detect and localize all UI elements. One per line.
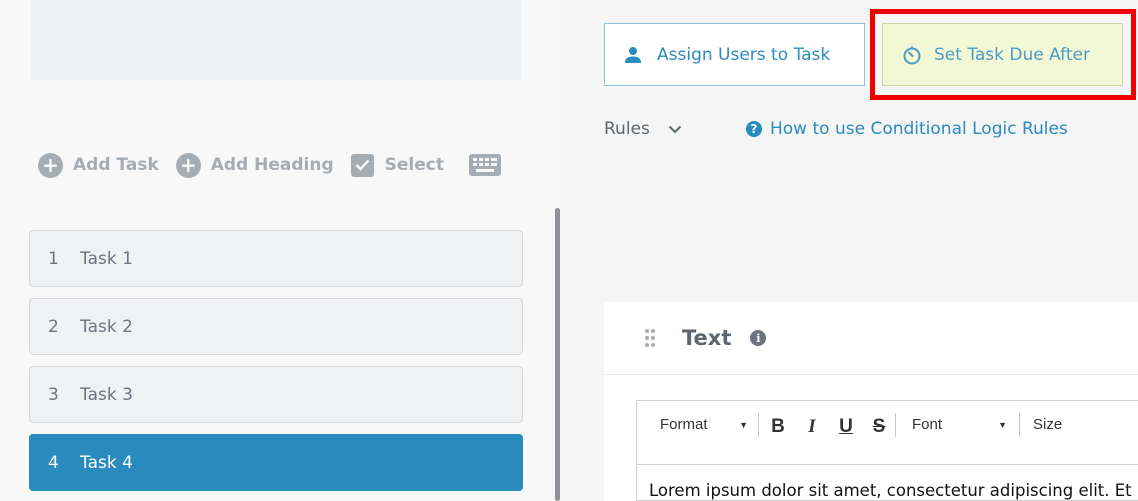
select-label: Select [384, 155, 444, 175]
info-icon[interactable]: i [750, 330, 767, 346]
add-heading-label: Add Heading [210, 155, 334, 175]
dropdown-arrow-icon: ▼ [998, 419, 1007, 430]
add-task-button[interactable]: + Add Task [38, 152, 159, 178]
dropdown-arrow-icon: ▼ [739, 419, 748, 430]
chevron-down-icon [668, 125, 682, 133]
keyboard-icon [468, 154, 501, 176]
editor-toolbar: Format ▼ B I U S Font ▼ Size [637, 401, 1138, 465]
task-title: Task 4 [80, 452, 133, 473]
card-title: Text [682, 326, 732, 350]
bold-icon: B [771, 416, 785, 437]
underline-icon: U [839, 416, 853, 437]
rules-row: Rules [604, 116, 682, 142]
format-dropdown[interactable]: Format ▼ [637, 416, 758, 433]
scrollbar[interactable] [555, 208, 560, 501]
task-number: 4 [48, 452, 59, 473]
add-heading-button[interactable]: + Add Heading [175, 152, 334, 178]
font-label: Font [912, 416, 943, 433]
plus-icon: + [175, 152, 201, 178]
card-header: Text i [604, 302, 1138, 375]
italic-button[interactable]: I [795, 416, 829, 438]
task-item-active[interactable]: 4 Task 4 [29, 434, 523, 491]
add-task-label: Add Task [73, 155, 159, 175]
task-number: 1 [48, 248, 59, 269]
font-dropdown[interactable]: Font ▼ [896, 416, 1019, 433]
checkbox-icon [350, 153, 374, 177]
help-link-label: How to use Conditional Logic Rules [770, 119, 1068, 139]
assign-users-label: Assign Users to Task [657, 44, 831, 65]
strikethrough-icon: S [872, 416, 886, 437]
keyboard-shortcuts-button[interactable] [468, 154, 501, 176]
drag-handle-icon[interactable] [644, 328, 656, 348]
task-title: Task 2 [80, 316, 133, 337]
top-placeholder [30, 0, 522, 80]
editor-content[interactable]: Lorem ipsum dolor sit amet, consectetur … [637, 465, 1138, 501]
task-title: Task 3 [80, 384, 133, 405]
rules-dropdown[interactable]: Rules [604, 119, 682, 139]
task-item[interactable]: 3 Task 3 [29, 366, 523, 423]
task-item[interactable]: 2 Task 2 [29, 298, 523, 355]
format-label: Format [660, 416, 708, 433]
select-button[interactable]: Select [350, 153, 444, 177]
size-dropdown[interactable]: Size [1020, 416, 1062, 433]
toolbar-separator [758, 413, 759, 437]
assign-users-button[interactable]: Assign Users to Task [604, 23, 865, 86]
size-label: Size [1033, 416, 1063, 433]
task-title: Task 1 [80, 248, 133, 269]
task-number: 2 [48, 316, 59, 337]
highlight-box [870, 9, 1136, 100]
left-panel: + Add Task + Add Heading Select 1 Task 1… [0, 0, 561, 501]
rules-label: Rules [604, 119, 650, 139]
underline-button[interactable]: U [829, 416, 863, 438]
question-icon: ? [746, 121, 762, 137]
plus-icon: + [38, 152, 63, 178]
task-toolbar: + Add Task + Add Heading Select [38, 150, 518, 180]
help-link[interactable]: ? How to use Conditional Logic Rules [746, 116, 1068, 142]
text-card: Text i Format ▼ B I U S Font ▼ Size Lore… [604, 302, 1138, 501]
task-list: 1 Task 1 2 Task 2 3 Task 3 4 Task 4 [29, 230, 523, 501]
italic-icon: I [808, 416, 816, 437]
right-panel: Assign Users to Task Set Task Due After … [561, 0, 1138, 501]
bold-button[interactable]: B [761, 416, 795, 438]
user-icon [625, 46, 641, 63]
task-number: 3 [48, 384, 59, 405]
rich-text-editor: Format ▼ B I U S Font ▼ Size Lorem ipsum… [636, 400, 1138, 501]
task-item[interactable]: 1 Task 1 [29, 230, 523, 287]
strikethrough-button[interactable]: S [863, 416, 895, 438]
